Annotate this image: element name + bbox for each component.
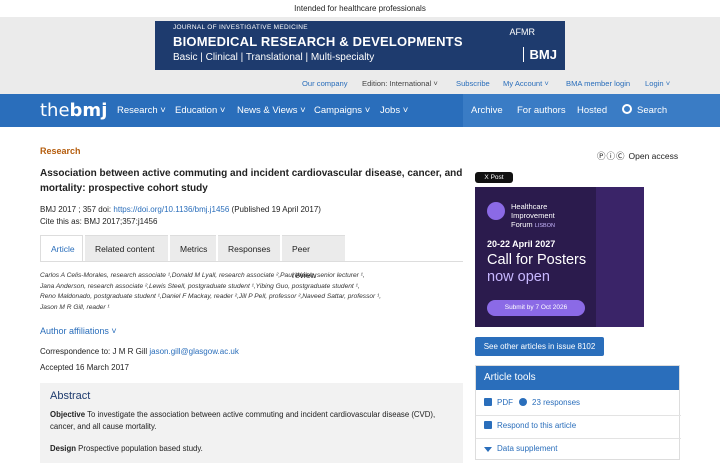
cite-as: Cite this as: BMJ 2017;357:j1456 <box>40 217 158 226</box>
responses-label: 23 responses <box>532 398 581 407</box>
responses-link[interactable]: 23 responses <box>519 398 580 407</box>
data-supplement-link[interactable]: Data supplement <box>484 444 557 453</box>
bma-login-link[interactable]: BMA member login <box>566 79 630 88</box>
nav-for-authors[interactable]: For authors <box>509 94 574 127</box>
author-line[interactable]: Reno Maldonado, postgraduate student ¹,D… <box>40 292 465 303</box>
pdf-link[interactable]: PDF <box>484 398 513 407</box>
subscribe-link[interactable]: Subscribe <box>456 79 490 88</box>
tab-related-content[interactable]: Related content <box>85 235 168 262</box>
abstract-objective: Objective To investigate the association… <box>50 409 450 433</box>
section-label[interactable]: Research <box>40 146 81 156</box>
author-list: Carlos A Celis-Morales, research associa… <box>40 271 465 314</box>
ad-call-for-posters: Call for Posters now open <box>487 252 586 286</box>
doi-link[interactable]: https://doi.org/10.1136/bmj.j1456 <box>113 205 229 214</box>
published-date: (Published 19 April 2017) <box>229 205 321 214</box>
see-issue-button[interactable]: See other articles in issue 8102 <box>475 337 604 356</box>
accepted-date: Accepted 16 March 2017 <box>40 363 129 372</box>
data-supplement-label: Data supplement <box>497 444 558 453</box>
pdf-icon <box>484 398 492 406</box>
ad-org-name: Healthcare Improvement Forum LISBON <box>511 202 555 231</box>
main-nav: thebmj Research ˅ Education ˅ News & Vie… <box>0 94 720 127</box>
top-note: Intended for healthcare professionals <box>0 0 720 17</box>
creative-commons-icon: ⓅⓘⒸ <box>597 151 626 161</box>
banner-journal: JOURNAL OF INVESTIGATIVE MEDICINE <box>173 24 308 31</box>
ad-submit-button[interactable]: Submit by 7 Oct 2026 <box>487 300 585 316</box>
ad-cfp-line2: now open <box>487 269 550 285</box>
correspondence-label: Correspondence to: J M R Gill <box>40 347 150 356</box>
tab-peer-review[interactable]: Peer review <box>282 235 345 280</box>
nav-education[interactable]: Education ˅ <box>175 105 225 116</box>
bmj-logo[interactable]: thebmj <box>40 100 107 121</box>
afmr-logo: AFMR <box>509 27 536 37</box>
ad-banner-area: JOURNAL OF INVESTIGATIVE MEDICINE BIOMED… <box>0 17 720 73</box>
comment-icon <box>519 398 527 406</box>
nav-news-views[interactable]: News & Views ˅ <box>237 105 306 116</box>
objective-text: To investigate the association between a… <box>50 410 436 431</box>
ad-org-line: Forum <box>511 220 533 229</box>
search-icon <box>622 104 632 114</box>
open-access-label: Open access <box>628 151 679 161</box>
banner-subline: Basic | Clinical | Translational | Multi… <box>173 52 375 63</box>
edition-select[interactable]: Edition: International ˅ <box>362 79 438 88</box>
correspondence-email[interactable]: jason.gill@glasgow.ac.uk <box>149 347 239 356</box>
ad-org-line: Improvement <box>511 211 555 220</box>
logo-prefix: the <box>40 100 70 121</box>
citation-line: BMJ 2017 ; 357 doi: <box>40 205 112 214</box>
respond-label: Respond to this article <box>497 421 577 430</box>
login-menu[interactable]: Login ˅ <box>645 79 670 88</box>
ad-decoration <box>596 187 644 327</box>
search-label: Search <box>637 105 668 116</box>
tab-divider <box>40 261 463 262</box>
forum-logo-icon <box>487 202 505 220</box>
ad-banner[interactable]: JOURNAL OF INVESTIGATIVE MEDICINE BIOMED… <box>155 21 565 70</box>
article-tools-panel: Article tools PDF 23 responses Respond t… <box>475 365 681 460</box>
nav-research[interactable]: Research ˅ <box>117 105 166 116</box>
ad-cfp-line1: Call for Posters <box>487 252 587 268</box>
citation-meta: BMJ 2017 ; 357 doi: https://doi.org/10.1… <box>40 204 321 228</box>
respond-link[interactable]: Respond to this article <box>484 421 576 430</box>
author-line[interactable]: Jason M R Gill, reader ¹ <box>40 303 465 314</box>
nav-archive[interactable]: Archive <box>463 94 511 127</box>
author-affiliations-toggle[interactable]: Author affiliations ˅ <box>40 326 117 336</box>
tools-divider <box>476 415 681 416</box>
pdf-label: PDF <box>497 398 513 407</box>
tab-metrics[interactable]: Metrics <box>170 235 216 262</box>
author-line[interactable]: Jana Anderson, research associate ²,Lewi… <box>40 282 465 293</box>
abstract-design: Design Prospective population based stud… <box>50 444 203 453</box>
ad-date: 20-22 April 2027 <box>487 239 556 249</box>
nav-search[interactable]: Search <box>614 94 720 127</box>
tab-responses[interactable]: Responses <box>218 235 280 262</box>
tools-divider <box>476 438 681 439</box>
design-label: Design <box>50 444 76 453</box>
nav-jobs[interactable]: Jobs ˅ <box>380 105 408 116</box>
our-company-link[interactable]: Our company <box>302 79 348 88</box>
nav-hosted[interactable]: Hosted <box>569 94 616 127</box>
correspondence: Correspondence to: J M R Gill jason.gill… <box>40 347 239 356</box>
sidebar-ad[interactable]: Healthcare Improvement Forum LISBON 20-2… <box>475 187 644 327</box>
tab-article[interactable]: Article <box>40 235 83 262</box>
bmj-banner-logo: BMJ <box>522 47 557 62</box>
x-post-button[interactable]: X Post <box>475 172 513 183</box>
ad-org-line: Healthcare <box>511 202 548 211</box>
article-title: Association between active commuting and… <box>40 168 463 194</box>
my-account-menu[interactable]: My Account ˅ <box>503 79 549 88</box>
design-text: Prospective population based study. <box>76 444 203 453</box>
objective-label: Objective <box>50 410 86 419</box>
banner-headline: BIOMEDICAL RESEARCH & DEVELOPMENTS <box>173 34 463 49</box>
abstract-heading: Abstract <box>50 390 91 402</box>
utility-nav: Our company Edition: International ˅ Sub… <box>0 73 720 94</box>
nav-campaigns[interactable]: Campaigns ˅ <box>314 105 370 116</box>
author-line[interactable]: Carlos A Celis-Morales, research associa… <box>40 271 465 282</box>
open-access-badge: ⓅⓘⒸ Open access <box>597 150 678 162</box>
ad-org-city: LISBON <box>534 223 555 229</box>
reply-icon <box>484 421 492 429</box>
abstract-box: Abstract Objective To investigate the as… <box>40 383 463 463</box>
article-tools-heading: Article tools <box>476 366 679 390</box>
logo-main: bmj <box>69 100 108 121</box>
